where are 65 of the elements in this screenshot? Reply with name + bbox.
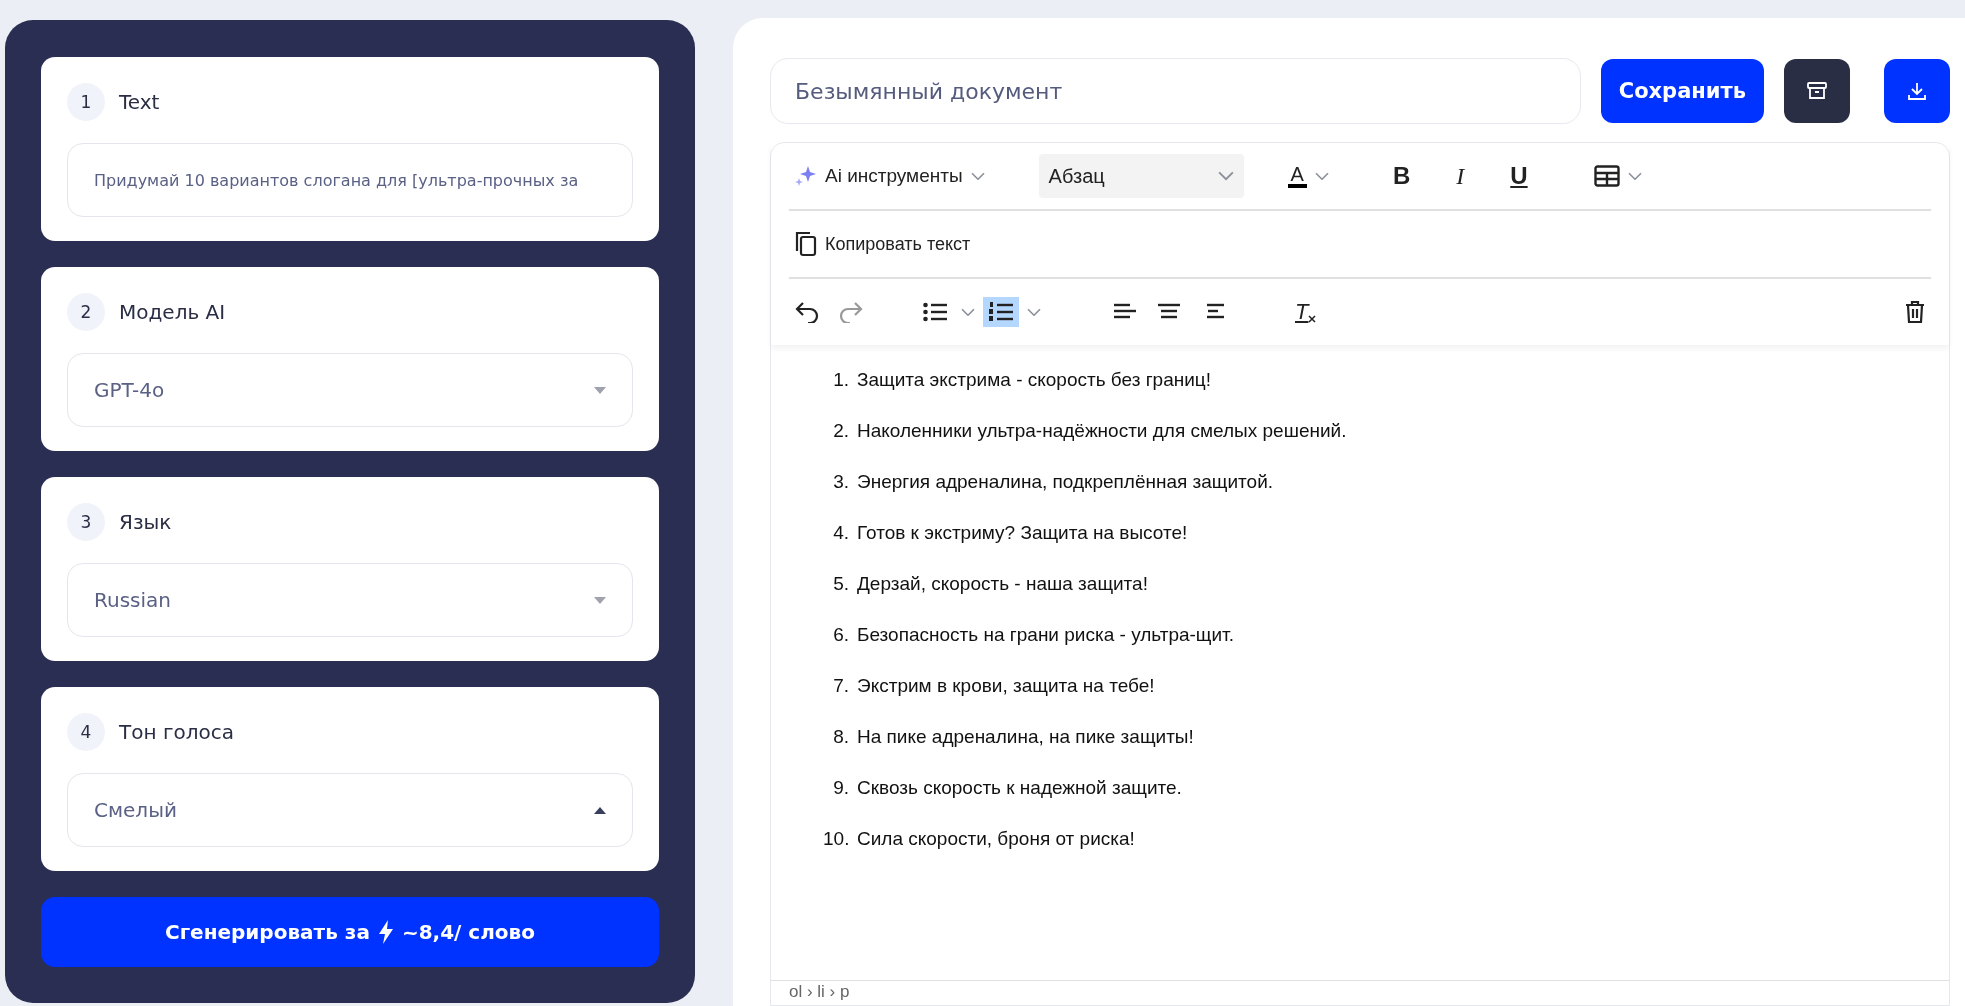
ai-tools-menu[interactable]: Ai инструменты <box>789 161 991 191</box>
list-number: 8. <box>832 726 849 748</box>
step-number: 4 <box>67 713 105 751</box>
chevron-down-icon <box>961 307 975 317</box>
text-color-button[interactable]: A <box>1281 160 1335 192</box>
slogan-text: Экстрим в крови, защита на тебе! <box>857 675 1155 697</box>
slogan-text: Наколенники ультра-надёжности для смелых решений. <box>857 420 1347 442</box>
step-label: Text <box>119 90 160 114</box>
list-number: 3. <box>832 471 849 493</box>
prompt-input-field[interactable]: Придумай 10 вариантов слогана для [ультра-прочных за <box>67 143 633 217</box>
table-icon <box>1593 165 1620 187</box>
sparkle-icon <box>795 165 817 187</box>
bold-button[interactable]: B <box>1386 158 1417 194</box>
chevron-down-icon <box>1217 171 1234 181</box>
list-number: 7. <box>832 675 849 697</box>
chevron-down-icon <box>1314 171 1329 181</box>
underline-button[interactable]: U <box>1504 158 1534 194</box>
select-dropdown[interactable]: Смелый <box>67 773 633 847</box>
step-number: 1 <box>67 83 105 121</box>
list-number: 1. <box>832 369 849 391</box>
slogan-text: Сквозь скорость к надежной защите. <box>857 777 1182 799</box>
step-label: Модель AI <box>119 300 226 324</box>
element-path: ol › li › p <box>771 980 1949 1005</box>
step-number: 2 <box>67 293 105 331</box>
select-dropdown[interactable]: GPT-4o <box>67 353 633 427</box>
slogan-text: Сила скорости, броня от риска! <box>857 828 1135 850</box>
block-format-select[interactable]: Абзац <box>1038 154 1244 198</box>
chevron-down-icon <box>1027 307 1041 317</box>
copy-text-button[interactable]: Копировать текст <box>789 227 977 261</box>
step-number: 3 <box>67 503 105 541</box>
archive-button[interactable] <box>1784 59 1850 123</box>
chevron-down-icon <box>970 171 985 181</box>
redo-icon <box>839 301 863 323</box>
numbered-list-button[interactable] <box>983 297 1019 327</box>
slogan-text: Дерзай, скорость - наша защита! <box>857 573 1148 595</box>
slogan-text: Безопасность на грани риска - ультра-щит. <box>857 624 1234 646</box>
undo-icon <box>795 301 819 323</box>
slogan-text: Энергия адреналина, подкреплённая защитой. <box>857 471 1274 493</box>
slogan-text: Готов к экстриму? Защита на высоте! <box>857 522 1188 544</box>
list-number: 6. <box>832 624 849 646</box>
list-number: 2. <box>832 420 849 442</box>
archive-icon <box>1807 82 1827 100</box>
slogan-text: На пике адреналина, на пике защиты! <box>857 726 1194 748</box>
small-x-icon <box>1308 315 1317 323</box>
step-label: Тон голоса <box>119 720 234 744</box>
clear-format-button[interactable]: T <box>1289 295 1323 329</box>
save-button[interactable]: Сохранить <box>1600 59 1764 123</box>
chevron-down-icon <box>1627 171 1642 181</box>
trash-icon <box>1905 300 1925 324</box>
select-dropdown[interactable]: Russian <box>67 563 633 637</box>
generate-button[interactable]: Сгенерировать за ~8,4/ слово <box>41 897 659 967</box>
step-label: Язык <box>119 510 172 534</box>
list-number: 4. <box>832 522 849 544</box>
download-icon <box>1907 81 1927 101</box>
list-number: 10. <box>823 828 849 850</box>
lightning-icon <box>377 920 394 944</box>
bullet-list-icon <box>923 301 947 323</box>
download-button[interactable] <box>1884 59 1950 123</box>
numbered-list-icon <box>989 301 1013 323</box>
slogan-text: Защита экстрима - скорость без границ! <box>857 369 1211 391</box>
list-number: 9. <box>832 777 849 799</box>
copy-icon <box>795 231 817 257</box>
italic-button[interactable]: I <box>1450 158 1471 194</box>
list-number: 5. <box>832 573 849 595</box>
document-title-field[interactable]: Безымянный документ <box>770 58 1581 124</box>
